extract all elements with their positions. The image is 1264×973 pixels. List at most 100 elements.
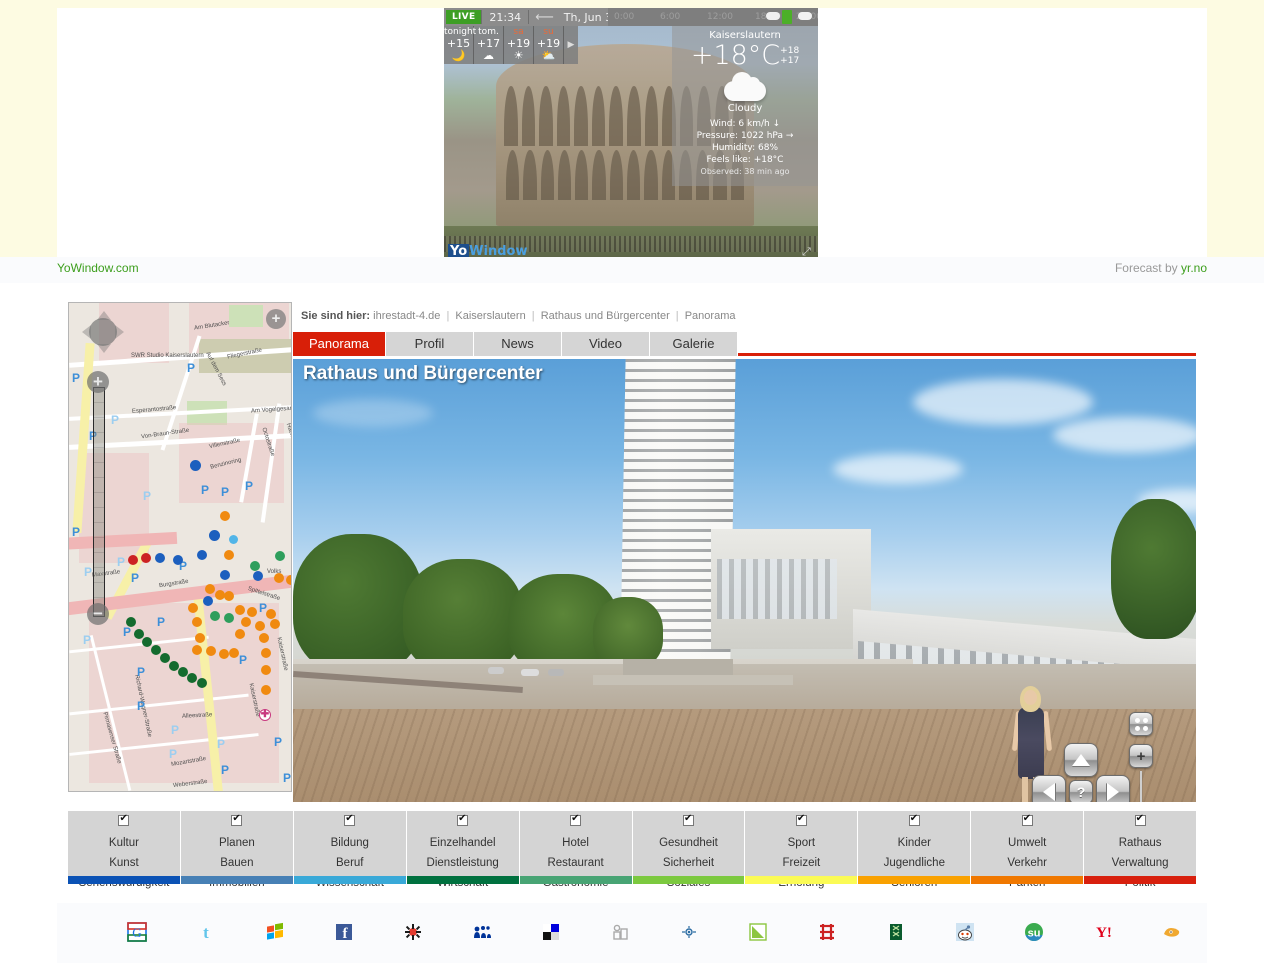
map-zoom-in-button[interactable]: +: [87, 371, 109, 393]
pan-down-icon[interactable]: [97, 344, 111, 353]
category-checkbox[interactable]: [118, 813, 130, 826]
category-checkbox[interactable]: [1134, 813, 1146, 826]
social-bookmark-bar[interactable]: G t f su Y!: [57, 903, 1207, 963]
map-parking-icon[interactable]: P: [157, 615, 165, 629]
map-parking-icon[interactable]: P: [239, 653, 247, 667]
category-sport[interactable]: Sport Freizeit Erholung: [745, 811, 859, 889]
category-checkbox[interactable]: [570, 813, 582, 826]
category-planen[interactable]: Planen Bauen Immobilien: [180, 811, 294, 889]
social-reddit[interactable]: [931, 922, 1000, 944]
category-checkbox[interactable]: [795, 813, 807, 826]
social-yahoo[interactable]: Y!: [1069, 922, 1138, 944]
map-poi-dot[interactable]: [206, 646, 216, 656]
forecast-day[interactable]: sa +19 ☀: [504, 26, 534, 64]
weather-widget[interactable]: LIVE 21:34 ⟵ Th, Jun 30 ⟶ 0:00 6:00 12:0…: [444, 8, 818, 262]
map-poi-dot[interactable]: [197, 550, 207, 560]
category-checkbox[interactable]: [682, 813, 694, 826]
map-parking-icon[interactable]: P: [245, 479, 253, 493]
map-parking-icon[interactable]: P: [123, 625, 131, 639]
map-parking-icon[interactable]: P: [131, 571, 139, 585]
category-checkbox[interactable]: [1021, 813, 1033, 826]
map-poi-dot[interactable]: [197, 678, 207, 688]
tab-galerie[interactable]: Galerie: [649, 332, 738, 356]
map-poi-dot[interactable]: [270, 619, 280, 629]
map-parking-icon[interactable]: P: [221, 485, 229, 499]
map-poi-dot[interactable]: [224, 591, 234, 601]
map-poi-dot[interactable]: [190, 460, 201, 471]
yrno-link[interactable]: yr.no: [1181, 261, 1207, 275]
map-parking-icon[interactable]: P: [283, 771, 291, 785]
pan-hub[interactable]: [89, 318, 117, 346]
map-parking-icon[interactable]: P: [137, 665, 145, 679]
pano-fullscreen-button[interactable]: [1129, 712, 1153, 736]
map-poi-dot[interactable]: [209, 530, 220, 541]
map-parking-icon[interactable]: P: [72, 525, 80, 539]
map-poi-dot[interactable]: [173, 555, 183, 565]
category-einzelhandel[interactable]: Einzelhandel Dienstleistung Wirtschaft: [406, 811, 520, 889]
map-parking-icon[interactable]: P: [83, 633, 91, 647]
weather-timeline[interactable]: 0:00 6:00 12:00 18:00 24:00: [608, 8, 818, 26]
social-windows-live[interactable]: [241, 922, 310, 944]
pano-zoom-in-button[interactable]: +: [1129, 744, 1153, 768]
map-poi-dot[interactable]: [151, 645, 161, 655]
social-stumbleupon[interactable]: su: [1000, 922, 1069, 944]
category-kultur[interactable]: Kultur Kunst Sehenswürdigkeit: [68, 811, 181, 889]
map-parking-icon[interactable]: P: [72, 371, 80, 385]
map-poi-dot[interactable]: [274, 573, 284, 583]
breadcrumb-item[interactable]: Panorama: [685, 310, 736, 322]
map-poi-dot[interactable]: [220, 511, 230, 521]
social-friendfeed[interactable]: [586, 922, 655, 944]
pano-left-button[interactable]: [1032, 775, 1066, 802]
map-zoom-slider[interactable]: [93, 387, 105, 617]
map-poi-dot[interactable]: [220, 570, 230, 580]
pano-right-button[interactable]: [1096, 775, 1130, 802]
map-expand-button[interactable]: +: [266, 309, 286, 329]
pano-up-button[interactable]: [1064, 743, 1098, 777]
prev-day-arrow-icon[interactable]: ⟵: [529, 10, 560, 25]
map-parking-icon[interactable]: P: [201, 483, 209, 497]
map-poi-dot[interactable]: [192, 617, 202, 627]
pan-left-icon[interactable]: [82, 325, 91, 339]
map-parking-icon[interactable]: P: [217, 737, 225, 751]
map-poi-dot[interactable]: [160, 653, 170, 663]
map-poi-dot[interactable]: [250, 561, 260, 571]
map-poi-dot[interactable]: [275, 551, 285, 561]
map-poi-dot[interactable]: [229, 648, 239, 658]
pano-zoom-slider[interactable]: [1140, 771, 1142, 802]
category-umwelt[interactable]: Umwelt Verkehr Parken: [971, 811, 1085, 889]
tab-bar[interactable]: Panorama Profil News Video Galerie: [293, 332, 1196, 356]
map-canvas[interactable]: Am Blutacker SWR Studio Kaiserslautern F…: [69, 303, 291, 791]
map-poi-dot[interactable]: [205, 584, 215, 594]
map-poi-dot[interactable]: [235, 629, 245, 639]
map-poi-dot[interactable]: [259, 633, 269, 643]
category-rathaus[interactable]: Rathaus Verwaltung Politik: [1084, 811, 1197, 889]
social-yigg[interactable]: [862, 922, 931, 944]
tab-news[interactable]: News: [473, 332, 562, 356]
map-poi-dot[interactable]: [188, 603, 198, 613]
category-bildung[interactable]: Bildung Beruf Wissenschaft: [293, 811, 407, 889]
pan-right-icon[interactable]: [115, 325, 124, 339]
social-facebook[interactable]: f: [310, 922, 379, 944]
category-checkbox[interactable]: [344, 813, 356, 826]
map-parking-icon[interactable]: P: [117, 555, 125, 569]
map-poi-dot[interactable]: [187, 673, 197, 683]
map-poi-dot[interactable]: [224, 550, 234, 560]
category-kinder[interactable]: Kinder Jugendliche Senioren: [858, 811, 972, 889]
fullscreen-icon[interactable]: ⤢: [802, 246, 813, 257]
map-poi-dot[interactable]: [261, 685, 271, 695]
map-pan-control[interactable]: [81, 310, 125, 354]
social-technorati[interactable]: [379, 922, 448, 944]
category-filter-bar[interactable]: Kultur Kunst Sehenswürdigkeit Planen Bau…: [68, 811, 1197, 889]
map-parking-icon[interactable]: P: [171, 723, 179, 737]
social-delicious[interactable]: [517, 922, 586, 944]
social-diigo[interactable]: [655, 922, 724, 944]
city-map[interactable]: Am Blutacker SWR Studio Kaiserslautern F…: [68, 302, 292, 792]
pan-up-icon[interactable]: [97, 311, 111, 320]
timeline-now-marker[interactable]: [782, 10, 792, 24]
map-poi-dot[interactable]: [266, 609, 276, 619]
panorama-viewer[interactable]: Rathaus und Bürgercenter ? +: [293, 359, 1196, 802]
forecast-day[interactable]: su +19 ⛅: [534, 26, 564, 64]
forecast-day[interactable]: tonight +15 🌙: [444, 26, 476, 64]
map-poi-dot[interactable]: [261, 648, 271, 658]
social-twitter[interactable]: t: [172, 922, 241, 944]
